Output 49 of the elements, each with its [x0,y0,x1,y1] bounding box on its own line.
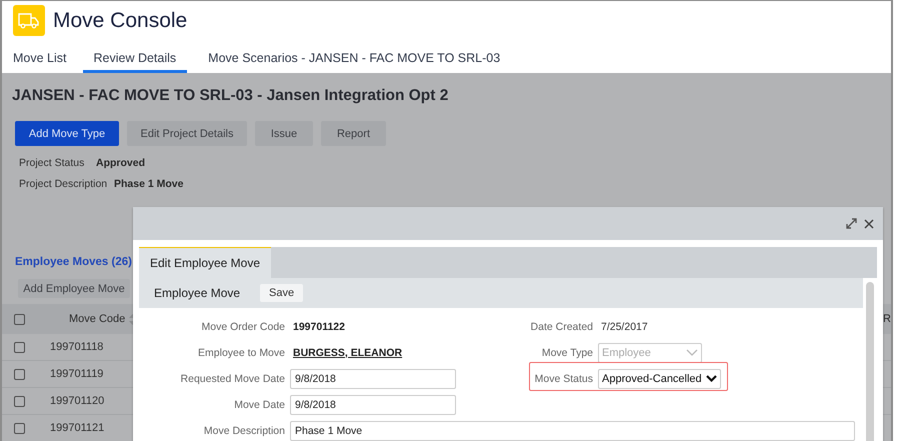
field-label: Requested Move Date [180,372,285,384]
checkbox[interactable] [14,342,25,352]
save-button[interactable]: Save [260,284,304,302]
field-label: Move Date [233,398,285,410]
date-field[interactable]: 9/8/2018 [290,368,456,388]
scrollbar[interactable] [866,282,874,441]
field-label: Project Description [19,178,108,190]
field-label: Move Type [540,346,593,358]
move-status-dropdown[interactable]: Approved-Cancelled [598,368,721,388]
project-title: JANSEN - FAC MOVE TO SRL-03 - Jansen Integration Opt 2 [12,87,450,105]
tab[interactable]: Edit Employee Move [139,247,271,278]
table-cell: 199701118 [50,341,104,353]
checkbox[interactable] [14,314,25,324]
column-header[interactable]: R [883,313,891,325]
close-icon[interactable] [864,218,874,228]
table-cell: 199701121 [50,422,104,434]
action-button[interactable]: Edit Project Details [127,121,247,146]
column-header[interactable]: Move Code [69,313,126,325]
field-value: Phase 1 Move [114,178,184,190]
date-field[interactable]: 9/8/2018 [290,394,456,414]
table-cell: 199701120 [50,395,104,407]
checkbox[interactable] [14,422,25,434]
expand-icon[interactable] [846,218,857,229]
field-value: 199701122 [292,320,346,332]
field-value: 7/25/2017 [600,320,648,332]
table-cell: 199701119 [50,368,104,380]
field-value: Approved [96,157,146,169]
field-label: Move Description [202,424,285,436]
tab[interactable]: Move List [2,45,78,73]
field-label: Employee to Move [197,346,285,358]
chevron-icon [686,349,698,356]
section-title: Employee Move [154,286,240,300]
app-title: Move Console [53,8,188,32]
action-button[interactable]: Report [321,121,386,146]
employee-link[interactable]: BURGESS, ELEANOR [290,346,402,358]
checkbox[interactable] [14,368,25,380]
primary-button[interactable]: Add Move Type [15,121,119,146]
field-label: Date Created [530,320,593,332]
field-label: Move Status [534,372,593,384]
field-label: Move Order Code [200,320,285,332]
action-button[interactable]: Issue [255,121,313,146]
truck-icon [13,5,45,36]
field-label: Project Status [19,157,86,169]
description-field[interactable]: Phase 1 Move [290,420,855,440]
checkbox[interactable] [14,396,25,406]
tab[interactable]: Move Scenarios - JANSEN - FAC MOVE TO SRL-03 [197,45,512,73]
add-employee-move-button[interactable]: Add Employee Move [18,279,130,298]
section-heading: Employee Moves (26) [15,256,132,268]
chevron-icon [706,375,717,382]
